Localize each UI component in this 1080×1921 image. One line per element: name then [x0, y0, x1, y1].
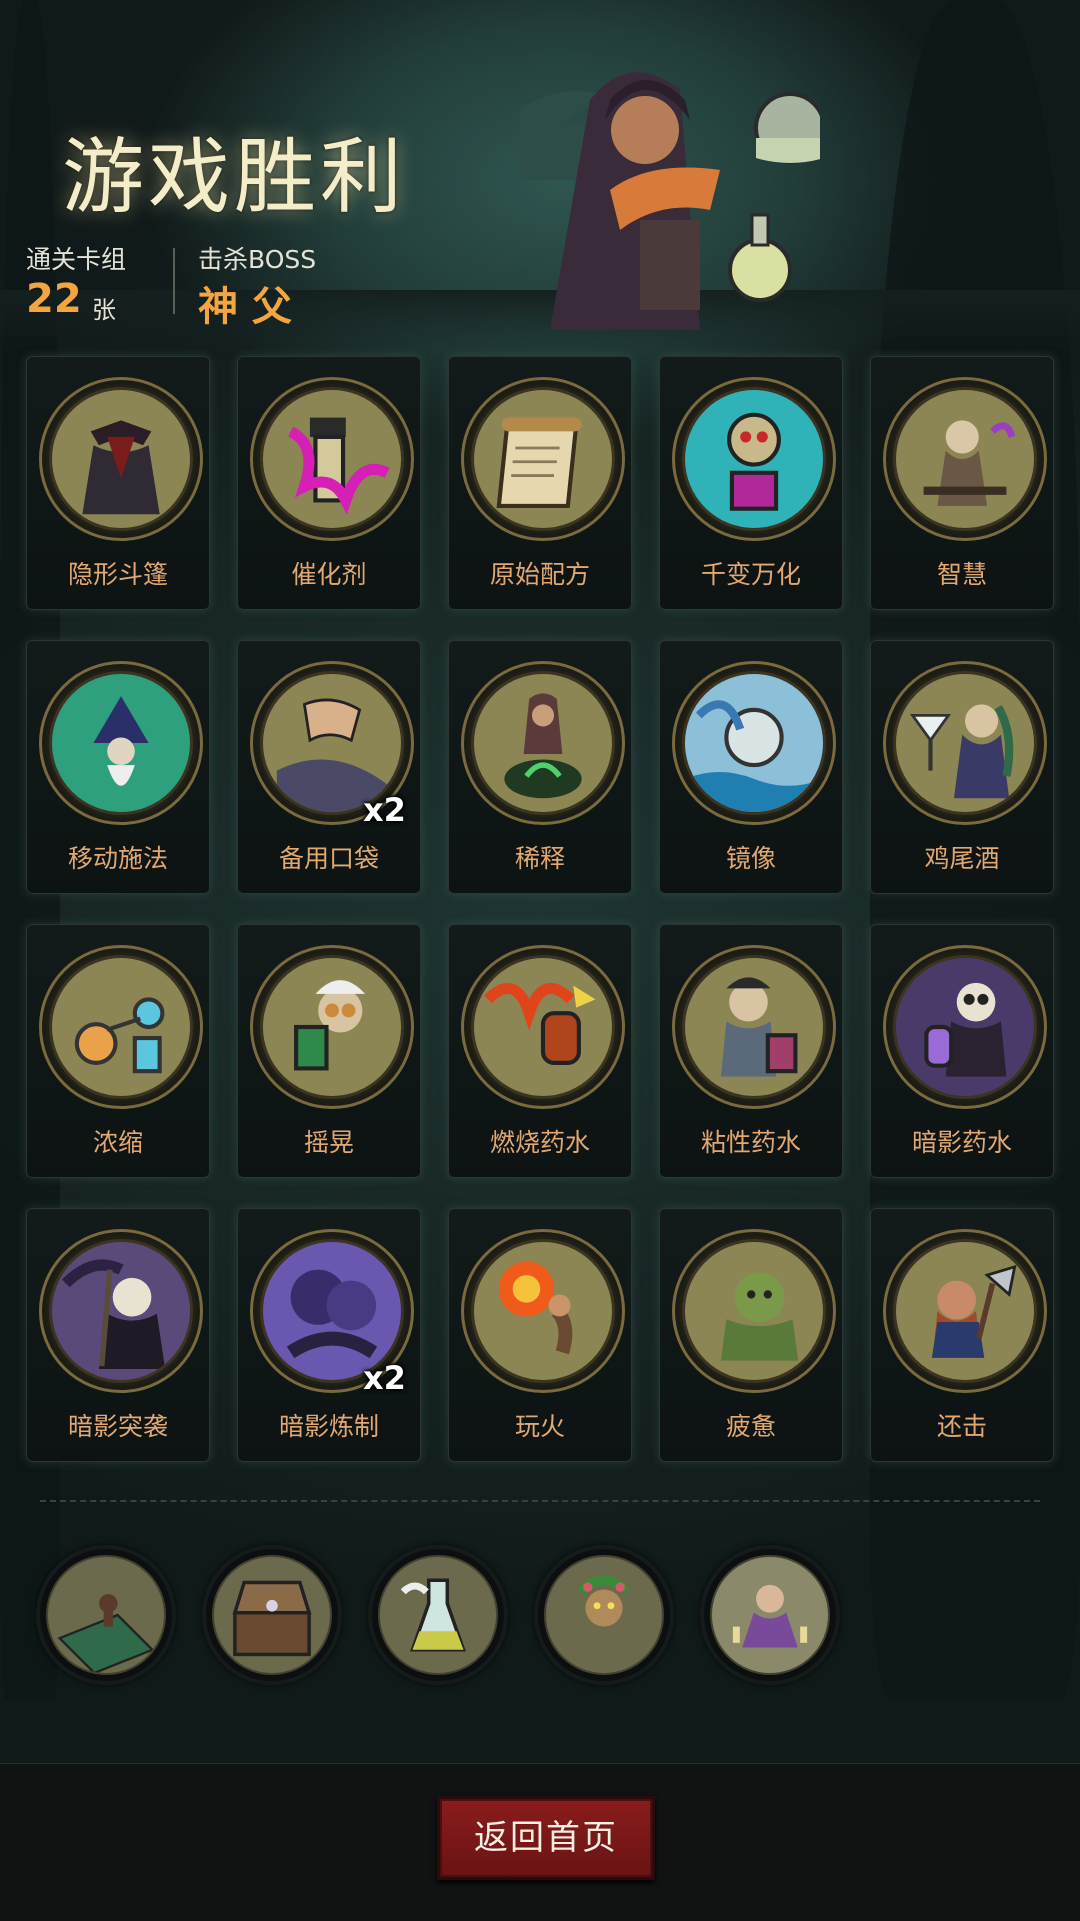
card[interactable]: 原始配方: [448, 356, 632, 610]
card[interactable]: 移动施法: [26, 640, 210, 894]
dwarf-axe-icon: [893, 1239, 1037, 1383]
card[interactable]: 暗影炼制 x2: [237, 1208, 421, 1462]
relic[interactable]: [202, 1545, 342, 1685]
card-name: 疲惫: [725, 1412, 776, 1441]
card-medal: [672, 661, 836, 825]
card[interactable]: 备用口袋 x2: [237, 640, 421, 894]
card-medal: [883, 1229, 1047, 1393]
card[interactable]: 摇晃: [237, 924, 421, 1178]
card[interactable]: 浓缩: [26, 924, 210, 1178]
stat-divider: [173, 248, 175, 314]
relic[interactable]: [36, 1545, 176, 1685]
card-medal: [39, 945, 203, 1109]
card[interactable]: 还击: [870, 1208, 1054, 1462]
return-home-button[interactable]: 返回首页: [437, 1796, 655, 1880]
card-medal: [461, 1229, 625, 1393]
alchemist-icon: [682, 955, 826, 1099]
fire-play-icon: [471, 1239, 615, 1383]
section-divider: [40, 1500, 1040, 1502]
hero-character-art: [520, 72, 820, 330]
card-name: 千变万化: [700, 560, 801, 589]
reaper-icon: [49, 1239, 193, 1383]
card-medal: [672, 945, 836, 1109]
dryad-icon: [544, 1555, 664, 1675]
mad-scientist-icon: [260, 955, 404, 1099]
potion-flask-icon: [378, 1555, 498, 1675]
catalyst-icon: [260, 387, 404, 531]
card-name: 隐形斗篷: [67, 560, 168, 589]
card-name: 浓缩: [92, 1128, 143, 1157]
card-medal: [461, 377, 625, 541]
relic[interactable]: [534, 1545, 674, 1685]
card-medal: [461, 661, 625, 825]
deck-count: 22: [26, 276, 82, 322]
card-name: 催化剂: [291, 560, 367, 589]
boss-name: 神 父: [198, 284, 292, 330]
card[interactable]: 燃烧药水: [448, 924, 632, 1178]
card-name: 镜像: [725, 844, 776, 873]
card-name: 燃烧药水: [489, 1128, 590, 1157]
card-medal: [39, 377, 203, 541]
card-name: 智慧: [936, 560, 987, 589]
card-medal: [461, 945, 625, 1109]
card[interactable]: 疲惫: [659, 1208, 843, 1462]
card-name: 备用口袋: [278, 844, 379, 873]
card-medal: [883, 377, 1047, 541]
card-name: 暗影炼制: [278, 1412, 379, 1441]
chess-board-icon: [46, 1555, 166, 1675]
card-name: 粘性药水: [700, 1128, 801, 1157]
card-medal: [883, 661, 1047, 825]
wizard-icon: [49, 671, 193, 815]
card[interactable]: 智慧: [870, 356, 1054, 610]
card[interactable]: 稀释: [448, 640, 632, 894]
old-sage-icon: [893, 387, 1037, 531]
card[interactable]: 镜像: [659, 640, 843, 894]
relic[interactable]: [700, 1545, 840, 1685]
cauldron-icon: [471, 671, 615, 815]
card[interactable]: 鸡尾酒: [870, 640, 1054, 894]
card[interactable]: 千变万化: [659, 356, 843, 610]
distill-flask-icon: [49, 955, 193, 1099]
card-name: 玩火: [514, 1412, 565, 1441]
card-name: 鸡尾酒: [924, 844, 1000, 873]
card-name: 还击: [936, 1412, 987, 1441]
relic[interactable]: [368, 1545, 508, 1685]
meditation-icon: [710, 1555, 830, 1675]
card-medal: [672, 1229, 836, 1393]
music-box-icon: [212, 1555, 332, 1675]
card-name: 稀释: [514, 844, 565, 873]
jack-in-box-icon: [682, 387, 826, 531]
card[interactable]: 催化剂: [237, 356, 421, 610]
card-medal: [39, 661, 203, 825]
cloak-icon: [49, 387, 193, 531]
card-name: 原始配方: [489, 560, 590, 589]
card-medal: [39, 1229, 203, 1393]
card-count-badge: x2: [363, 1359, 406, 1397]
boss-label: 击杀BOSS: [198, 245, 317, 274]
card-name: 摇晃: [303, 1128, 354, 1157]
victory-title: 游戏胜利: [62, 130, 407, 225]
card[interactable]: 暗影药水: [870, 924, 1054, 1178]
deck-label: 通关卡组: [26, 245, 127, 274]
skeleton-potion-icon: [893, 955, 1037, 1099]
card-medal: [883, 945, 1047, 1109]
scroll-icon: [471, 387, 615, 531]
orb-icon: [682, 671, 826, 815]
card-medal: [672, 377, 836, 541]
card-medal: [250, 945, 414, 1109]
card[interactable]: 粘性药水: [659, 924, 843, 1178]
fire-potion-icon: [471, 955, 615, 1099]
cocktail-icon: [893, 671, 1037, 815]
card[interactable]: 玩火: [448, 1208, 632, 1462]
card-count-badge: x2: [363, 791, 406, 829]
ogre-icon: [682, 1239, 826, 1383]
card-name: 暗影突袭: [67, 1412, 168, 1441]
card[interactable]: 暗影突袭: [26, 1208, 210, 1462]
card-name: 移动施法: [67, 844, 168, 873]
card-medal: [250, 377, 414, 541]
card[interactable]: 隐形斗篷: [26, 356, 210, 610]
deck-unit: 张: [92, 296, 116, 324]
card-name: 暗影药水: [911, 1128, 1012, 1157]
